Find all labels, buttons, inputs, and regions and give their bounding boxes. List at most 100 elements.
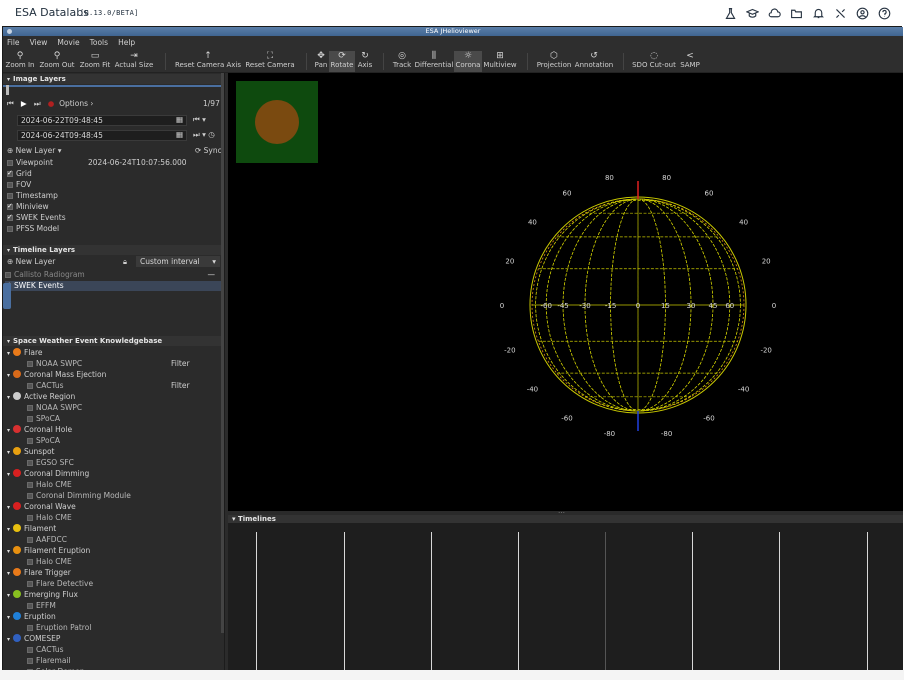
swek-group-2[interactable]: ▾ Active Region xyxy=(7,392,75,402)
source-checkbox[interactable] xyxy=(27,460,33,466)
menu-help[interactable]: Help xyxy=(118,36,140,50)
flask-icon[interactable] xyxy=(722,5,738,21)
end-time-jump-icon[interactable]: ⏭ ▾ ◷ xyxy=(193,130,215,140)
folder-icon[interactable] xyxy=(788,5,804,21)
layer-checkbox[interactable] xyxy=(7,182,13,188)
swek-source-row[interactable]: Halo CME xyxy=(27,513,72,523)
calendar-icon[interactable]: ▦ xyxy=(176,115,183,125)
brand-name[interactable]: ESA Datalabs xyxy=(15,6,89,19)
options-button[interactable]: Options xyxy=(59,99,88,108)
new-timeline-layer-button[interactable]: ⊕ New Layer xyxy=(7,257,55,267)
timeline-event-marker[interactable] xyxy=(431,532,432,672)
swek-source-row[interactable]: Halo CME xyxy=(27,557,72,567)
swek-source-row[interactable]: Flare Detective xyxy=(27,579,93,589)
swek-source-row[interactable]: NOAA SWPC xyxy=(27,359,82,369)
swek-group-1[interactable]: ▾ Coronal Mass Ejection xyxy=(7,370,106,380)
satellite-icon[interactable] xyxy=(832,5,848,21)
layer-checkbox[interactable] xyxy=(7,193,13,199)
layer-row-miniview[interactable]: Miniview xyxy=(7,201,49,212)
swek-group-11[interactable]: ▾ Eruption xyxy=(7,612,56,622)
source-checkbox[interactable] xyxy=(27,515,33,521)
swek-group-8[interactable]: ▾ Filament Eruption xyxy=(7,546,90,556)
swek-group-12[interactable]: ▾ COMESEP xyxy=(7,634,60,644)
source-checkbox[interactable] xyxy=(27,537,33,543)
swek-group-5[interactable]: ▾ Coronal Dimming xyxy=(7,469,89,479)
lock-icon[interactable]: 🔒︎ xyxy=(123,257,127,267)
swek-group-3[interactable]: ▾ Coronal Hole xyxy=(7,425,72,435)
swek-source-row[interactable]: Coronal Dimming Module xyxy=(27,491,131,501)
source-checkbox[interactable] xyxy=(27,658,33,664)
track-button[interactable]: ◎ Track xyxy=(390,51,414,72)
expand-icon[interactable]: ▾ xyxy=(7,449,10,456)
swek-source-row[interactable]: NOAA SWPC xyxy=(27,403,82,413)
filter-button[interactable]: Filter xyxy=(171,381,190,390)
source-checkbox[interactable] xyxy=(27,647,33,653)
swek-source-row[interactable]: AAFDCC xyxy=(27,535,67,545)
layer-checkbox[interactable] xyxy=(7,212,13,222)
swek-source-row[interactable]: SPoCA xyxy=(27,436,60,446)
filter-button[interactable]: Filter xyxy=(171,359,190,368)
layer-row-fov[interactable]: FOV xyxy=(7,180,31,190)
source-checkbox[interactable] xyxy=(27,581,33,587)
sdo-cutout-button[interactable]: ◌ SDO Cut-out xyxy=(631,51,677,72)
expand-icon[interactable]: ▾ xyxy=(7,350,10,357)
timeline-row-swek-events[interactable]: SWEK Events xyxy=(5,280,221,291)
timeline-event-marker[interactable] xyxy=(518,532,519,672)
user-circle-icon[interactable] xyxy=(854,5,870,21)
swek-source-row[interactable]: Halo CME xyxy=(27,480,72,490)
menu-view[interactable]: View xyxy=(30,36,53,50)
reset-camera-axis-button[interactable]: ↑ Reset Camera Axis xyxy=(173,51,243,72)
timeline-event-marker[interactable] xyxy=(605,532,606,672)
source-checkbox[interactable] xyxy=(27,361,33,367)
timeline-event-marker[interactable] xyxy=(692,532,693,672)
swek-source-row[interactable]: CACTus xyxy=(27,645,64,655)
zoom-out-button[interactable]: ⚲ Zoom Out xyxy=(37,51,77,72)
expand-icon[interactable]: ▾ xyxy=(7,548,10,555)
source-checkbox[interactable] xyxy=(27,438,33,444)
solar-viewport[interactable]: 80 80 60 60 40 40 20 20 0 0 -20 -20 -40 -40 -60 -60 -80 -… xyxy=(228,73,903,511)
end-time-field[interactable]: 2024-06-24T09:48:45 xyxy=(17,130,187,141)
layer-row-timestamp[interactable]: Timestamp xyxy=(7,191,58,201)
expand-icon[interactable]: ▾ xyxy=(7,427,10,434)
layer-checkbox[interactable] xyxy=(7,168,13,178)
expand-icon[interactable]: ▾ xyxy=(7,526,10,533)
axis-button[interactable]: ↻ Axis xyxy=(355,51,375,72)
expand-icon[interactable]: ▾ xyxy=(7,636,10,643)
source-checkbox[interactable] xyxy=(27,383,33,389)
annotation-button[interactable]: ↺ Annotation xyxy=(573,51,615,72)
swek-group-0[interactable]: ▾ Flare xyxy=(7,348,43,358)
timeline-layers-header[interactable]: ▾ Timeline Layers xyxy=(3,245,224,255)
swek-source-row[interactable]: Eruption Patrol xyxy=(27,623,91,633)
timeline-event-marker[interactable] xyxy=(779,532,780,672)
start-time-jump-icon[interactable]: ⏮ ▾ xyxy=(193,115,206,125)
timeline-event-marker[interactable] xyxy=(344,532,345,672)
source-checkbox[interactable] xyxy=(27,482,33,488)
cloud-icon[interactable] xyxy=(766,5,782,21)
expand-icon[interactable]: ▾ xyxy=(7,471,10,478)
swek-group-7[interactable]: ▾ Filament xyxy=(7,524,56,534)
source-checkbox[interactable] xyxy=(27,625,33,631)
new-image-layer-button[interactable]: ⊕ New Layer ▾ xyxy=(7,146,61,156)
source-checkbox[interactable] xyxy=(27,603,33,609)
layer-checkbox[interactable] xyxy=(7,226,13,232)
swek-group-10[interactable]: ▾ Emerging Flux xyxy=(7,590,78,600)
swek-group-9[interactable]: ▾ Flare Trigger xyxy=(7,568,71,578)
source-checkbox[interactable] xyxy=(27,416,33,422)
multiview-button[interactable]: ⊞ Multiview xyxy=(482,51,518,72)
swek-source-row[interactable]: Flaremail xyxy=(27,656,71,666)
help-icon[interactable] xyxy=(876,5,892,21)
record-icon[interactable]: ● xyxy=(48,99,55,108)
interval-select[interactable]: Custom interval ▾ xyxy=(136,256,220,267)
timeline-event-marker[interactable] xyxy=(256,532,257,672)
calendar-icon[interactable]: ▦ xyxy=(176,130,183,140)
start-time-field[interactable]: 2024-06-22T09:48:45 xyxy=(17,115,187,126)
step-back-icon[interactable]: ⏮ xyxy=(7,99,14,108)
side-dock-tab[interactable] xyxy=(3,283,11,309)
swek-group-6[interactable]: ▾ Coronal Wave xyxy=(7,502,76,512)
samp-button[interactable]: < SAMP xyxy=(679,51,701,72)
source-checkbox[interactable] xyxy=(27,493,33,499)
source-checkbox[interactable] xyxy=(27,405,33,411)
zoom-fit-button[interactable]: ▭ Zoom Fit xyxy=(77,51,113,72)
timelines-panel[interactable]: 18:08:0015:28:0020:48:0002:08:0007:28:00… xyxy=(228,523,903,680)
swek-source-row[interactable]: EGSO SFC xyxy=(27,458,74,468)
